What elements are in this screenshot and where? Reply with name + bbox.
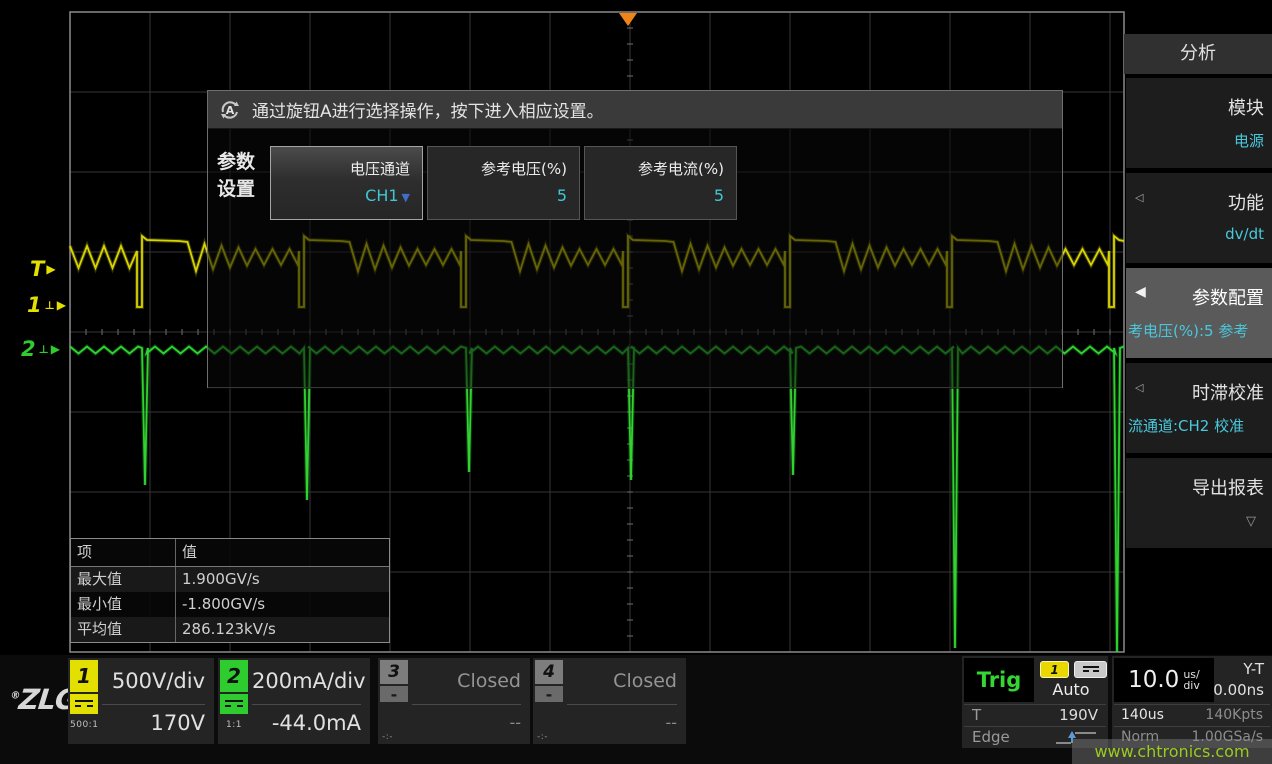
dialog-title: 通过旋钮A进行选择操作，按下进入相应设置。 xyxy=(252,97,604,122)
sidebar-item-module[interactable]: 模块 电源 xyxy=(1126,78,1272,168)
channel2-panel[interactable]: 2 1:1 200mA/div -44.0mA xyxy=(218,658,370,744)
timebase-panel[interactable]: 10.0 us/ div Y-T 0.00ns 140us 140Kpts No… xyxy=(1112,656,1272,748)
sidebar-item-param-config[interactable]: ◀ 参数配置 考电压(%):5 参考 xyxy=(1126,268,1272,358)
knob-settings-dialog: A 通过旋钮A进行选择操作，按下进入相应设置。 参数 设置 电压通道 CH1▼ … xyxy=(207,90,1063,388)
channel3-panel[interactable]: 3 - -:- Closed -- xyxy=(378,658,530,744)
param-section-label: 参数 设置 xyxy=(217,149,269,203)
ch1-ground-marker[interactable]: 1⊥▶ xyxy=(27,293,66,317)
trig-label: Trig xyxy=(964,658,1034,702)
trigger-source-badge: 1 xyxy=(1040,661,1069,678)
channel1-offset: 170V xyxy=(102,705,205,741)
measurement-table: 项 值 最大值 1.900GV/s 最小值 -1.800GV/s 平均值 286… xyxy=(70,538,390,643)
dc-coupling-icon xyxy=(70,694,98,714)
display-mode: Y-T xyxy=(1243,660,1264,678)
right-arrow-icon: ▶ xyxy=(51,342,60,356)
table-row: 平均值 286.123kV/s xyxy=(71,617,389,642)
sidebar-title: 分析 xyxy=(1124,34,1272,74)
oscilloscope-screen: { "dialog": { "title": "通过旋钮A进行选择操作，按下进入… xyxy=(0,0,1272,764)
trigger-panel[interactable]: Trig 1 Auto T 190V Edge xyxy=(962,656,1108,748)
ref-current-value: 5 xyxy=(585,186,724,205)
channel1-badge: 1 xyxy=(70,660,98,692)
horizontal-delay: 0.00ns xyxy=(1213,681,1264,699)
capture-window: 140us xyxy=(1121,705,1164,726)
chevron-down-icon: ▼ xyxy=(402,191,410,204)
trigger-mode: Auto xyxy=(1036,680,1106,699)
sidebar-item-export-report[interactable]: 导出报表 ▽ xyxy=(1126,458,1272,548)
svg-text:A: A xyxy=(226,104,235,117)
table-row: 最大值 1.900GV/s xyxy=(71,567,389,592)
dialog-body: 参数 设置 电压通道 CH1▼ 参考电压(%) 5 参考电流(%) 5 xyxy=(208,129,1062,389)
channel1-panel[interactable]: 1 500:1 500V/div 170V xyxy=(68,658,214,744)
channel3-offset: -- xyxy=(412,705,521,741)
channel3-probe-ratio: -:- xyxy=(382,732,393,742)
channel4-offset: -- xyxy=(567,705,677,741)
right-arrow-icon: ▶ xyxy=(46,262,55,276)
chevron-down-icon: ▽ xyxy=(1246,514,1256,529)
chevron-left-icon: ◁ xyxy=(1135,381,1143,394)
sidebar-item-function[interactable]: ◁ 功能 dv/dt xyxy=(1126,173,1272,263)
timebase-scale: 10.0 xyxy=(1128,667,1179,693)
channel3-badge: 3 xyxy=(380,660,408,684)
ref-voltage-button[interactable]: 参考电压(%) 5 xyxy=(427,146,580,220)
analysis-sidebar: 分析 模块 电源 ◁ 功能 dv/dt ◀ 参数配置 考电压(%):5 参考 ◁… xyxy=(1124,0,1272,655)
trigger-level-value: 190V xyxy=(1059,705,1098,726)
table-header: 项 值 xyxy=(71,539,389,567)
table-row: 最小值 -1.800GV/s xyxy=(71,592,389,617)
channel2-offset: -44.0mA xyxy=(252,705,361,741)
dialog-header: A 通过旋钮A进行选择操作，按下进入相应设置。 xyxy=(208,91,1062,129)
channel4-panel[interactable]: 4 - -:- Closed -- xyxy=(533,658,686,744)
ground-icon: ⊥ xyxy=(45,299,55,312)
channel2-probe-ratio: 1:1 xyxy=(220,720,248,730)
channel4-status: Closed xyxy=(567,658,677,705)
watermark-text: www.chtronics.com xyxy=(1094,742,1249,761)
sidebar-item-deskew-cal[interactable]: ◁ 时滞校准 流通道:CH2 校准 xyxy=(1126,363,1272,453)
voltage-channel-value: CH1 xyxy=(365,186,398,205)
coupling-off-icon: - xyxy=(380,686,408,702)
ch2-ground-marker[interactable]: 2⊥▶ xyxy=(21,337,60,361)
chevron-left-icon: ◀ xyxy=(1135,284,1146,300)
channel4-probe-ratio: -:- xyxy=(537,732,548,742)
memory-depth: 140Kpts xyxy=(1205,705,1263,726)
trigger-type: Edge xyxy=(972,727,1010,748)
trigger-level-marker[interactable]: T▶ xyxy=(30,257,56,281)
channel1-probe-ratio: 500:1 xyxy=(70,720,98,730)
channel2-scale: 200mA/div xyxy=(252,658,361,705)
ref-voltage-value: 5 xyxy=(428,186,567,205)
coupling-off-icon: - xyxy=(535,686,563,702)
param-buttons: 电压通道 CH1▼ 参考电压(%) 5 参考电流(%) 5 xyxy=(270,146,737,220)
trigger-position-marker[interactable] xyxy=(619,13,637,26)
right-arrow-icon: ▶ xyxy=(57,298,66,312)
ref-current-button[interactable]: 参考电流(%) 5 xyxy=(584,146,737,220)
dc-coupling-icon xyxy=(1074,661,1107,678)
voltage-channel-button[interactable]: 电压通道 CH1▼ xyxy=(270,146,423,220)
knob-a-icon: A xyxy=(218,98,242,122)
channel3-status: Closed xyxy=(412,658,521,705)
chevron-left-icon: ◁ xyxy=(1135,191,1143,204)
channel2-badge: 2 xyxy=(220,660,248,692)
channel1-scale: 500V/div xyxy=(102,658,205,705)
watermark-bar: www.chtronics.com xyxy=(1072,739,1272,764)
dc-coupling-icon xyxy=(220,694,248,714)
ground-icon: ⊥ xyxy=(39,343,49,356)
trigger-level-label: T xyxy=(972,705,981,726)
channel4-badge: 4 xyxy=(535,660,563,684)
